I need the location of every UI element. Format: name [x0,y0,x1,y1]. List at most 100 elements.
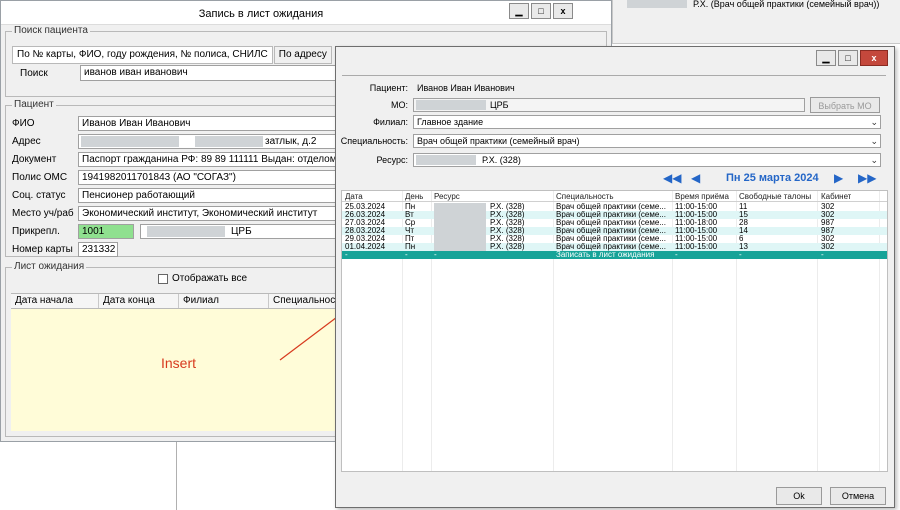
cell-resource: Р.Х. (328) [490,227,525,235]
cell-room: 987 [821,227,835,235]
cell-date: 01.04.2024 [345,243,386,251]
schedule-dialog: ▁ □ x Пациент: Иванов Иван Иванович МО: … [335,46,895,508]
cell-day: Пт [405,235,415,243]
redacted-block [81,136,179,147]
choose-mo-button[interactable]: Выбрать МО [810,97,880,113]
cell-date: 28.03.2024 [345,227,386,235]
branch-label: Филиал: [373,117,408,127]
redacted-block [434,235,486,243]
show-all-label: Отображать все [172,273,248,284]
cell-day: Вт [405,211,414,219]
mo-field: ЦРБ [413,98,805,112]
next-day-icon[interactable]: ▶ [834,171,843,185]
tab-search-by-address[interactable]: По адресу [273,46,332,64]
cell-time: 11:00-15:00 [675,235,718,243]
redacted-block [434,243,486,251]
waitlist-row[interactable]: - - - Записать в лист ожидания - - - [342,251,887,259]
cell-room: 302 [821,235,835,243]
column-header[interactable]: Дата [345,191,363,202]
cell-free: 28 [739,219,748,227]
maximize-button[interactable]: □ [838,50,858,66]
specialty-value: Врач общей практики (семейный врач) [417,136,580,146]
cell-time: - [675,251,678,259]
cell-room: - [821,251,824,259]
minimize-button[interactable]: ▁ [509,3,529,19]
document-label: Документ [12,154,57,165]
column-header[interactable]: Специальность [556,191,614,202]
cell-time: 11:00-15:00 [675,227,718,235]
specialty-select[interactable]: Врач общей практики (семейный врач) ⌄ [413,134,881,148]
card-number-field[interactable]: 231332 [78,242,118,257]
cell-room: 302 [821,211,835,219]
close-button[interactable]: x [553,3,573,19]
cell-free: 11 [739,203,748,211]
resource-value: Р.Х. (328) [482,155,521,165]
cell-specialty: Врач общей практики (семе... [556,227,666,235]
cell-day: Пн [405,243,416,251]
cell-free: 14 [739,227,748,235]
attach-label: Прикрепл. [12,226,60,237]
last-week-icon[interactable]: ▶▶ [858,171,876,185]
ok-button[interactable]: Ok [776,487,822,505]
column-header[interactable]: Филиал [179,294,269,308]
first-week-icon[interactable]: ◀◀ [663,171,681,185]
cell-day: Чт [405,227,414,235]
cell-specialty: Врач общей практики (семе... [556,235,666,243]
insert-annotation: Insert [161,355,197,371]
redacted-block [434,227,486,235]
show-all-checkbox-row[interactable]: Отображать все [158,273,247,284]
fio-label: ФИО [12,118,35,129]
column-header[interactable]: Свободные талоны [739,191,811,202]
search-label: Поиск [20,68,48,79]
column-header[interactable]: Дата начала [11,294,99,308]
cell-room: 302 [821,203,835,211]
table-row[interactable]: 26.03.2024 Вт Р.Х. (328) Врач общей прак… [342,211,887,219]
resource-select[interactable]: Р.Х. (328) ⌄ [413,153,881,167]
prev-day-icon[interactable]: ◀ [691,171,700,185]
cell-free: 15 [739,211,748,219]
cell-resource: - [434,251,437,259]
social-label: Соц. статус [12,190,66,201]
cancel-button[interactable]: Отмена [830,487,886,505]
redacted-block [627,0,687,8]
tab-search-by-card[interactable]: По № карты, ФИО, году рождения, № полиса… [12,46,273,64]
schedule-header: Дата День Ресурс Специальность Время при… [342,191,887,202]
redacted-block [147,226,225,237]
show-all-checkbox[interactable] [158,273,168,284]
cell-time: 11:00-15:00 [675,243,718,251]
chevron-down-icon[interactable]: ⌄ [870,135,878,147]
chevron-down-icon[interactable]: ⌄ [870,154,878,166]
current-date-label[interactable]: Пн 25 марта 2024 [726,172,819,184]
cell-date: 26.03.2024 [345,211,386,219]
cell-specialty: Врач общей практики (семе... [556,219,666,227]
cell-day: Ср [405,219,416,227]
column-header[interactable]: Ресурс [434,191,460,202]
table-row[interactable]: 28.03.2024 Чт Р.Х. (328) Врач общей прак… [342,227,887,235]
branch-select[interactable]: Главное здание ⌄ [413,115,881,129]
column-header[interactable]: Время приёма [675,191,729,202]
maximize-button[interactable]: □ [531,3,551,19]
column-header[interactable]: День [405,191,423,202]
chevron-down-icon[interactable]: ⌄ [870,116,878,128]
close-button[interactable]: x [860,50,888,66]
attach-code-field[interactable]: 1001 [78,224,134,239]
window-title: Запись в лист ожидания [198,8,324,20]
table-row[interactable]: 25.03.2024 Пн Р.Х. (328) Врач общей прак… [342,203,887,211]
schedule-table[interactable]: Дата День Ресурс Специальность Время при… [341,190,888,472]
resource-label: Ресурс: [376,155,408,165]
cell-specialty: Записать в лист ожидания [556,251,655,259]
patient-label: Пациент: [369,83,408,93]
work-label: Место уч/раб [12,208,74,219]
cell-free: - [739,251,742,259]
table-row[interactable]: 29.03.2024 Пт Р.Х. (328) Врач общей прак… [342,235,887,243]
address-label: Адрес [12,136,41,147]
column-header[interactable]: Кабинет [821,191,851,202]
cell-date: 29.03.2024 [345,235,386,243]
oms-label: Полис ОМС [12,172,68,183]
column-header[interactable]: Дата конца [99,294,179,308]
table-row[interactable]: 27.03.2024 Ср Р.Х. (328) Врач общей прак… [342,219,887,227]
background-window: Р.Х. (Врач общей практики (семейный врач… [612,0,900,44]
minimize-button[interactable]: ▁ [816,50,836,66]
table-row[interactable]: 01.04.2024 Пн Р.Х. (328) Врач общей прак… [342,243,887,251]
cell-resource: Р.Х. (328) [490,235,525,243]
